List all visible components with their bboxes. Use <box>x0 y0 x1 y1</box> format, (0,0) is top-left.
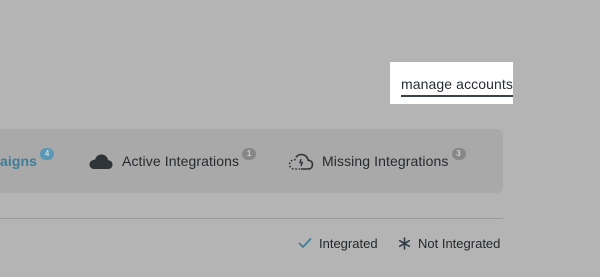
tab-active-integrations-label: Active Integrations <box>122 153 240 169</box>
tab-active-integrations-count: 1 <box>242 148 257 160</box>
tab-missing-integrations-count: 3 <box>451 148 466 160</box>
tab-campaigns[interactable]: aigns 4 <box>0 129 55 193</box>
check-icon <box>298 238 312 249</box>
cloud-icon <box>88 151 114 171</box>
tab-campaigns-label: aigns <box>0 153 38 169</box>
integrations-tabs: aigns 4 Active Integrations 1 Missing In… <box>0 129 503 193</box>
tab-missing-integrations[interactable]: Missing Integrations 3 <box>288 129 466 193</box>
legend-integrated-label: Integrated <box>319 235 378 251</box>
manage-accounts-link[interactable]: manage accounts <box>401 76 514 97</box>
tab-missing-integrations-label: Missing Integrations <box>322 153 449 169</box>
legend-not-integrated-label: Not Integrated <box>418 235 501 251</box>
tab-campaigns-count: 4 <box>40 148 55 160</box>
cloud-dashed-icon <box>288 151 314 171</box>
legend-integrated: Integrated <box>298 234 378 252</box>
legend-not-integrated: Not Integrated <box>398 234 500 252</box>
asterisk-icon <box>398 236 411 250</box>
divider <box>0 218 503 219</box>
tab-active-integrations[interactable]: Active Integrations 1 <box>88 129 257 193</box>
